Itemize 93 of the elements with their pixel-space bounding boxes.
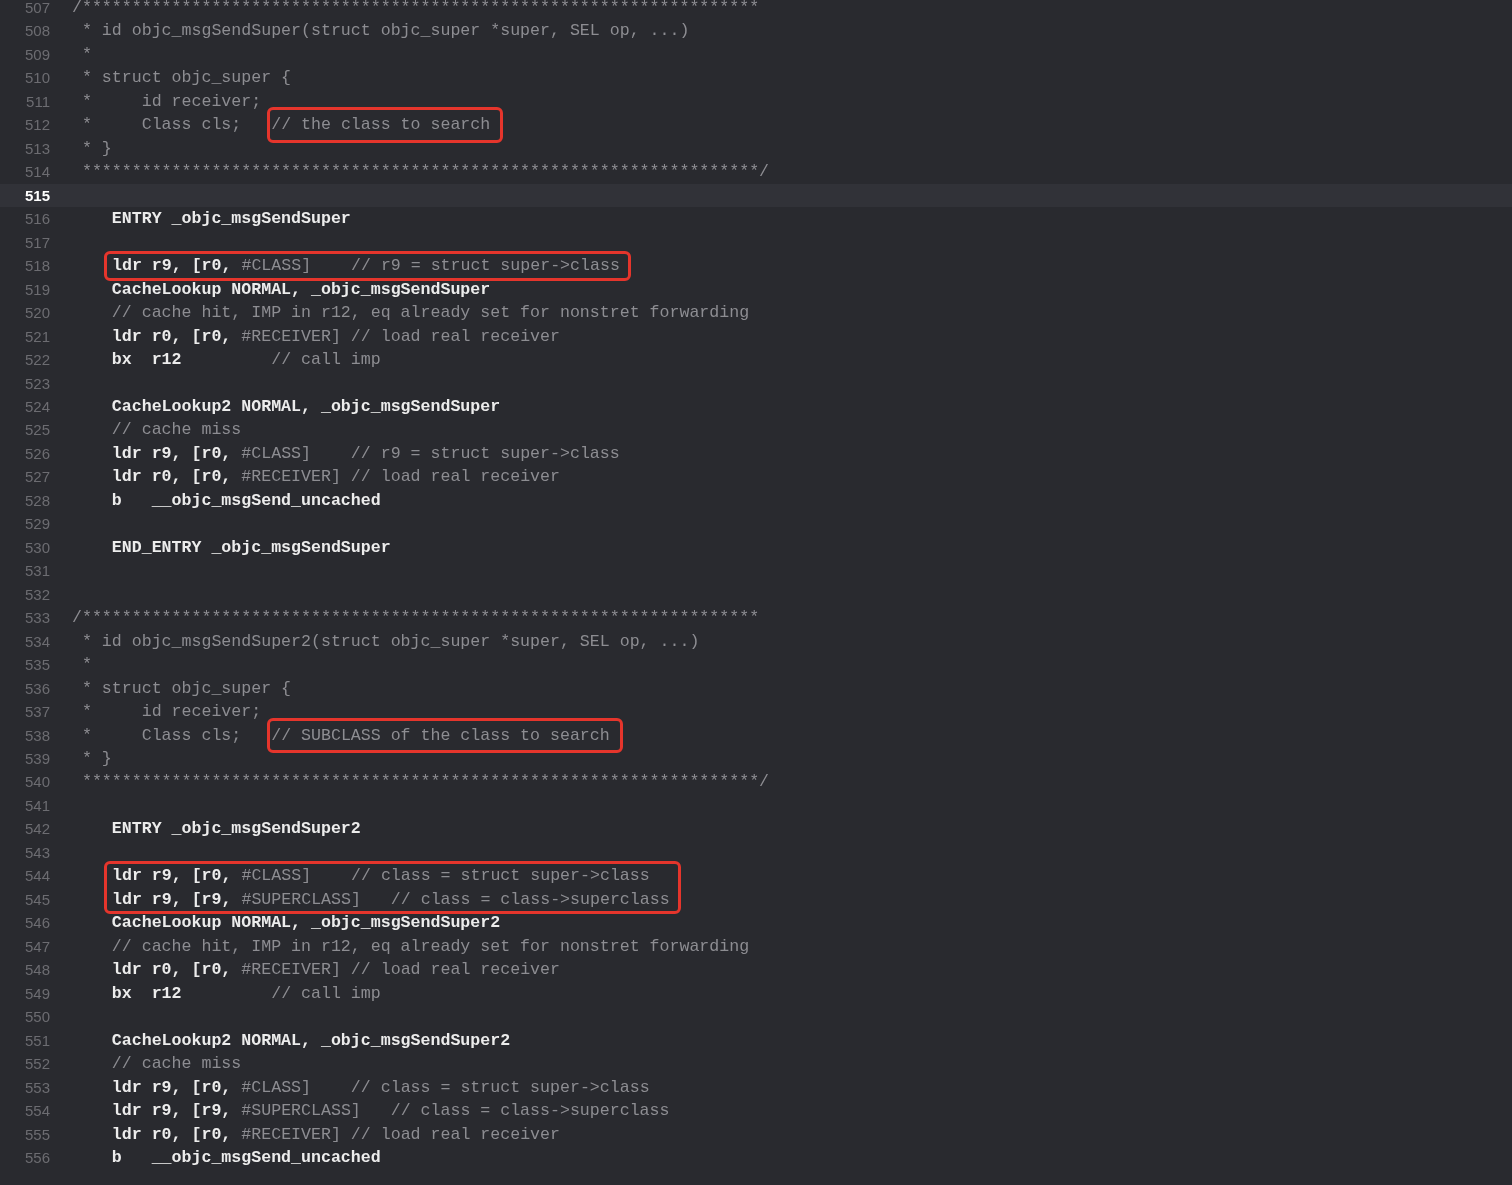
code-line: CacheLookup NORMAL, _objc_msgSendSuper2 bbox=[110, 913, 501, 933]
code-line: * id receiver; bbox=[80, 91, 262, 111]
code-line: ldr r9, [r0, #CLASS] // r9 = struct super->class bbox=[112, 256, 620, 276]
code-line: CacheLookup NORMAL, _objc_msgSendSuper bbox=[110, 279, 491, 299]
line-number: 539 bbox=[23, 749, 50, 769]
code-line: CacheLookup2 NORMAL, _objc_msgSendSuper bbox=[110, 396, 501, 416]
line-number: 540 bbox=[23, 772, 50, 793]
line-number: 514 bbox=[23, 162, 50, 183]
line-number: 527 bbox=[23, 467, 50, 488]
line-number: 521 bbox=[23, 326, 50, 347]
code-line: /******************************************************************** bbox=[72, 608, 760, 628]
annotation-box: // SUBCLASS of the class to search bbox=[267, 717, 623, 753]
line-number: 517 bbox=[23, 232, 50, 253]
code-line: * id objc_msgSendSuper(struct objc_super *super, SEL op, ...) bbox=[80, 21, 690, 41]
code-line: ldr r9, [r9, #SUPERCLASS] // class = class->superclass bbox=[112, 889, 670, 909]
line-number: 510 bbox=[23, 68, 50, 89]
code-line: * bbox=[80, 44, 92, 64]
line-number: 518 bbox=[23, 256, 50, 277]
line-number: 535 bbox=[23, 655, 50, 676]
code-line: ldr r0, [r0, #RECEIVER] // load real receiver bbox=[110, 467, 560, 487]
line-number: 522 bbox=[23, 350, 50, 371]
code-line: ********************************************************************/ bbox=[80, 162, 770, 182]
code-line: ENTRY _objc_msgSendSuper bbox=[110, 209, 351, 229]
line-number: 509 bbox=[23, 44, 50, 65]
line-number: 520 bbox=[23, 303, 50, 324]
line-number: 515 bbox=[23, 185, 50, 206]
code-line: ldr r9, [r9, #SUPERCLASS] // class = class->superclass bbox=[110, 1101, 670, 1121]
line-number: 553 bbox=[23, 1077, 50, 1098]
code-line: ********************************************************************/ bbox=[80, 772, 770, 792]
line-number: 536 bbox=[23, 678, 50, 699]
line-number: 519 bbox=[23, 279, 50, 300]
code-line: * struct objc_super { bbox=[80, 678, 292, 698]
line-number: 546 bbox=[23, 913, 50, 934]
code-line: b __objc_msgSend_uncached bbox=[110, 1147, 381, 1167]
line-number: 532 bbox=[23, 584, 50, 605]
line-number: 534 bbox=[23, 631, 50, 652]
line-number: 548 bbox=[23, 960, 50, 981]
code-line: // cache hit, IMP in r12, eq already set for nonstret forwarding bbox=[110, 936, 750, 956]
code-line: bx r12 // call imp bbox=[110, 983, 381, 1003]
code-line: // cache miss bbox=[110, 1054, 242, 1074]
code-line: ENTRY _objc_msgSendSuper2 bbox=[110, 819, 361, 839]
line-number: 513 bbox=[23, 138, 50, 159]
code-line: * struct objc_super { bbox=[80, 68, 292, 88]
line-number: 512 bbox=[23, 115, 50, 136]
line-number: 547 bbox=[23, 936, 50, 957]
line-number: 552 bbox=[23, 1054, 50, 1075]
line-number: 554 bbox=[23, 1101, 50, 1122]
code-line: // cache hit, IMP in r12, eq already set for nonstret forwarding bbox=[110, 303, 750, 323]
code-comment: * Class cls; bbox=[80, 725, 243, 745]
line-number: 526 bbox=[23, 443, 50, 464]
line-number: 538 bbox=[23, 725, 50, 746]
code-line: * } bbox=[80, 749, 112, 768]
line-number: 523 bbox=[23, 373, 50, 394]
line-number: 525 bbox=[23, 420, 50, 441]
line-number: 550 bbox=[23, 1007, 50, 1028]
line-number: 537 bbox=[23, 702, 50, 723]
line-number: 507 bbox=[23, 0, 50, 18]
line-number: 549 bbox=[23, 983, 50, 1004]
line-number: 542 bbox=[23, 819, 50, 840]
line-number: 511 bbox=[25, 91, 50, 112]
line-number: 508 bbox=[23, 21, 50, 42]
line-number: 531 bbox=[23, 561, 50, 582]
annotation-box: // the class to search bbox=[267, 107, 504, 143]
code-line: ldr r9, [r0, #CLASS] // class = struct super->class bbox=[110, 1077, 650, 1097]
line-number: 529 bbox=[23, 514, 50, 535]
code-line: /******************************************************************** bbox=[72, 0, 760, 17]
code-line: * } bbox=[80, 138, 112, 158]
code-line: ldr r9, [r0, #CLASS] // r9 = struct super->class bbox=[110, 443, 620, 463]
line-number: 541 bbox=[23, 795, 50, 816]
code-line: END_ENTRY _objc_msgSendSuper bbox=[110, 537, 391, 557]
code-line: ldr r0, [r0, #RECEIVER] // load real receiver bbox=[110, 326, 560, 346]
line-number: 533 bbox=[23, 608, 50, 629]
line-number: 545 bbox=[23, 889, 50, 910]
code-line: b __objc_msgSend_uncached bbox=[110, 490, 381, 510]
line-number: 530 bbox=[23, 537, 50, 558]
line-number: 555 bbox=[23, 1124, 50, 1145]
code-line: ldr r0, [r0, #RECEIVER] // load real receiver bbox=[110, 1124, 560, 1144]
code-line: ldr r0, [r0, #RECEIVER] // load real receiver bbox=[110, 960, 560, 980]
line-number: 544 bbox=[23, 866, 50, 887]
code-line: * id objc_msgSendSuper2(struct objc_super *super, SEL op, ...) bbox=[80, 631, 700, 651]
code-line: CacheLookup2 NORMAL, _objc_msgSendSuper2 bbox=[110, 1030, 511, 1050]
line-number: 528 bbox=[23, 490, 50, 511]
code-line: bx r12 // call imp bbox=[110, 350, 381, 370]
line-number: 551 bbox=[23, 1030, 50, 1051]
code-line: * id receiver; bbox=[80, 702, 262, 722]
line-number: 516 bbox=[23, 209, 50, 230]
line-number: 556 bbox=[23, 1147, 50, 1168]
line-number: 524 bbox=[23, 396, 50, 417]
code-line: // cache miss bbox=[110, 420, 242, 440]
code-line: * bbox=[80, 655, 92, 675]
code-comment: * Class cls; bbox=[80, 115, 243, 135]
code-line: ldr r9, [r0, #CLASS] // class = struct super->class bbox=[112, 866, 650, 886]
line-number: 543 bbox=[23, 842, 50, 863]
